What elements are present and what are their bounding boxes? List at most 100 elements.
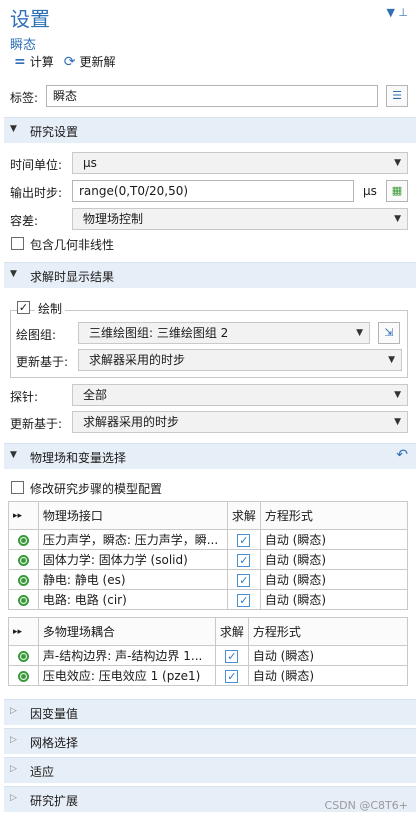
page-title: 设置 xyxy=(10,7,50,31)
active-status-icon[interactable] xyxy=(17,670,29,682)
table-row[interactable]: 静电: 静电 (es) ✓ 自动 (瞬态) xyxy=(8,569,409,590)
multiphysics-table: ▸▸ 多物理场耦合 求解 方程形式 声-结构边界: 声-结构边界 1... ✓ … xyxy=(8,617,409,686)
label-field-label: 标签: xyxy=(10,91,39,105)
expand-all-icon[interactable]: ▸▸ xyxy=(8,501,39,530)
section-title: 网格选择 xyxy=(30,736,79,750)
active-status-icon[interactable] xyxy=(17,554,29,566)
coupling-name-cell: 声-结构边界: 声-结构边界 1... xyxy=(37,645,216,666)
physics-interface-table: ▸▸ 物理场接口 求解 方程形式 压力声学，瞬态: 压力声学，瞬... ✓ 自动… xyxy=(8,501,409,610)
modify-configuration-checkbox[interactable] xyxy=(11,481,24,494)
toolbar: = 计算 ⟳ 更新解 xyxy=(14,53,116,70)
range-icon[interactable]: ▦ xyxy=(386,180,408,202)
section-title: 适应 xyxy=(30,765,55,779)
section-results-while-solving[interactable]: ▼ 求解时显示结果 xyxy=(4,262,416,288)
pin-icon[interactable]: ▼ ⊥ xyxy=(386,6,408,19)
tolerance-value: 物理场控制 xyxy=(83,212,144,226)
section-physics-selection[interactable]: ▼ 物理场和变量选择 ↶ xyxy=(4,443,416,469)
update-at-value: 求解器采用的时步 xyxy=(89,353,186,367)
chevron-down-icon: ▼ xyxy=(10,269,17,279)
section-title: 求解时显示结果 xyxy=(30,270,115,284)
update-at-select[interactable]: 求解器采用的时步 ▼ xyxy=(78,349,402,371)
probe-update-select[interactable]: 求解器采用的时步 ▼ xyxy=(72,411,408,433)
chevron-down-icon: ▼ xyxy=(388,355,395,365)
label-input[interactable]: 瞬态 xyxy=(46,85,378,107)
tolerance-label: 容差: xyxy=(10,214,39,228)
section-dependent-variables[interactable]: ▷ 因变量值 xyxy=(4,699,416,725)
plot-group-label: 绘图组: xyxy=(16,328,57,342)
probes-label: 探针: xyxy=(10,390,39,404)
solve-checkbox[interactable]: ✓ xyxy=(225,649,239,663)
geometric-nonlinearity-checkbox[interactable] xyxy=(11,237,24,250)
section-title: 研究设置 xyxy=(30,125,79,139)
column-header: 方程形式 xyxy=(259,501,409,530)
solve-checkbox[interactable]: ✓ xyxy=(237,593,251,607)
go-to-plot-icon[interactable]: ⇲ xyxy=(378,322,400,344)
probe-update-label: 更新基于: xyxy=(10,417,63,431)
equation-form-cell[interactable]: 自动 (瞬态) xyxy=(259,569,409,590)
solve-checkbox[interactable]: ✓ xyxy=(237,573,251,587)
plot-group-select[interactable]: 三维绘图组: 三维绘图组 2 ▼ xyxy=(78,322,370,344)
chevron-down-icon: ▼ xyxy=(394,158,401,168)
table-row[interactable]: 声-结构边界: 声-结构边界 1... ✓ 自动 (瞬态) xyxy=(8,645,409,666)
chevron-down-icon: ▼ xyxy=(394,214,401,224)
active-status-icon[interactable] xyxy=(17,650,29,662)
compute-icon[interactable]: = xyxy=(14,54,26,70)
plot-checkbox[interactable]: ✓ xyxy=(17,301,30,314)
output-times-label: 输出时步: xyxy=(10,186,63,200)
chevron-right-icon: ▷ xyxy=(10,764,17,774)
solve-checkbox[interactable]: ✓ xyxy=(237,553,251,567)
chevron-down-icon: ▼ xyxy=(394,417,401,427)
table-row[interactable]: 电路: 电路 (cir) ✓ 自动 (瞬态) xyxy=(8,589,409,610)
solve-checkbox[interactable]: ✓ xyxy=(225,669,239,683)
probes-value: 全部 xyxy=(83,388,108,402)
time-unit-select[interactable]: µs ▼ xyxy=(72,152,408,174)
watermark: CSDN @C8T6+ xyxy=(324,799,408,812)
column-header: 求解 xyxy=(226,501,261,530)
equation-form-cell[interactable]: 自动 (瞬态) xyxy=(259,549,409,570)
physics-name-cell: 电路: 电路 (cir) xyxy=(37,589,228,610)
equation-form-cell[interactable]: 自动 (瞬态) xyxy=(259,529,409,550)
expand-all-icon[interactable]: ▸▸ xyxy=(8,617,39,646)
section-study-settings[interactable]: ▼ 研究设置 xyxy=(4,117,416,143)
equation-form-cell[interactable]: 自动 (瞬态) xyxy=(259,589,409,610)
equation-form-cell[interactable]: 自动 (瞬态) xyxy=(247,645,409,666)
comment-icon[interactable]: ☰ xyxy=(386,85,408,107)
table-row[interactable]: 固体力学: 固体力学 (solid) ✓ 自动 (瞬态) xyxy=(8,549,409,570)
modify-configuration-label: 修改研究步骤的模型配置 xyxy=(30,482,163,496)
solve-checkbox[interactable]: ✓ xyxy=(237,533,251,547)
plot-group-value: 三维绘图组: 三维绘图组 2 xyxy=(89,326,229,340)
physics-name-cell: 固体力学: 固体力学 (solid) xyxy=(37,549,228,570)
reset-icon[interactable]: ↶ xyxy=(396,447,408,463)
chevron-right-icon: ▷ xyxy=(10,735,17,745)
equation-form-cell[interactable]: 自动 (瞬态) xyxy=(247,665,409,686)
time-unit-label: 时间单位: xyxy=(10,158,63,172)
output-times-input[interactable]: range(0,T0/20,50) xyxy=(72,180,354,202)
table-row[interactable]: 压电效应: 压电效应 1 (pze1) ✓ 自动 (瞬态) xyxy=(8,665,409,686)
chevron-down-icon: ▼ xyxy=(10,450,17,460)
update-solution-button[interactable]: 更新解 xyxy=(79,53,115,70)
update-at-label: 更新基于: xyxy=(16,355,69,369)
chevron-right-icon: ▷ xyxy=(10,793,17,803)
active-status-icon[interactable] xyxy=(17,534,29,546)
chevron-down-icon: ▼ xyxy=(356,328,363,338)
section-mesh-selection[interactable]: ▷ 网格选择 xyxy=(4,728,416,754)
node-subtitle: 瞬态 xyxy=(10,38,37,53)
physics-name-cell: 静电: 静电 (es) xyxy=(37,569,228,590)
probes-select[interactable]: 全部 ▼ xyxy=(72,384,408,406)
active-status-icon[interactable] xyxy=(17,594,29,606)
column-header: 多物理场耦合 xyxy=(37,617,216,646)
time-unit-value: µs xyxy=(83,156,97,170)
refresh-icon[interactable]: ⟳ xyxy=(64,54,76,70)
physics-name-cell: 压力声学，瞬态: 压力声学，瞬... xyxy=(37,529,228,550)
column-header: 求解 xyxy=(214,617,249,646)
coupling-name-cell: 压电效应: 压电效应 1 (pze1) xyxy=(37,665,216,686)
table-row[interactable]: 压力声学，瞬态: 压力声学，瞬... ✓ 自动 (瞬态) xyxy=(8,529,409,550)
column-header: 方程形式 xyxy=(247,617,409,646)
tolerance-select[interactable]: 物理场控制 ▼ xyxy=(72,208,408,230)
section-adaptation[interactable]: ▷ 适应 xyxy=(4,757,416,783)
chevron-down-icon: ▼ xyxy=(10,124,17,134)
output-times-unit: µs xyxy=(363,184,377,198)
compute-button[interactable]: 计算 xyxy=(30,53,54,70)
probe-update-value: 求解器采用的时步 xyxy=(83,415,180,429)
active-status-icon[interactable] xyxy=(17,574,29,586)
